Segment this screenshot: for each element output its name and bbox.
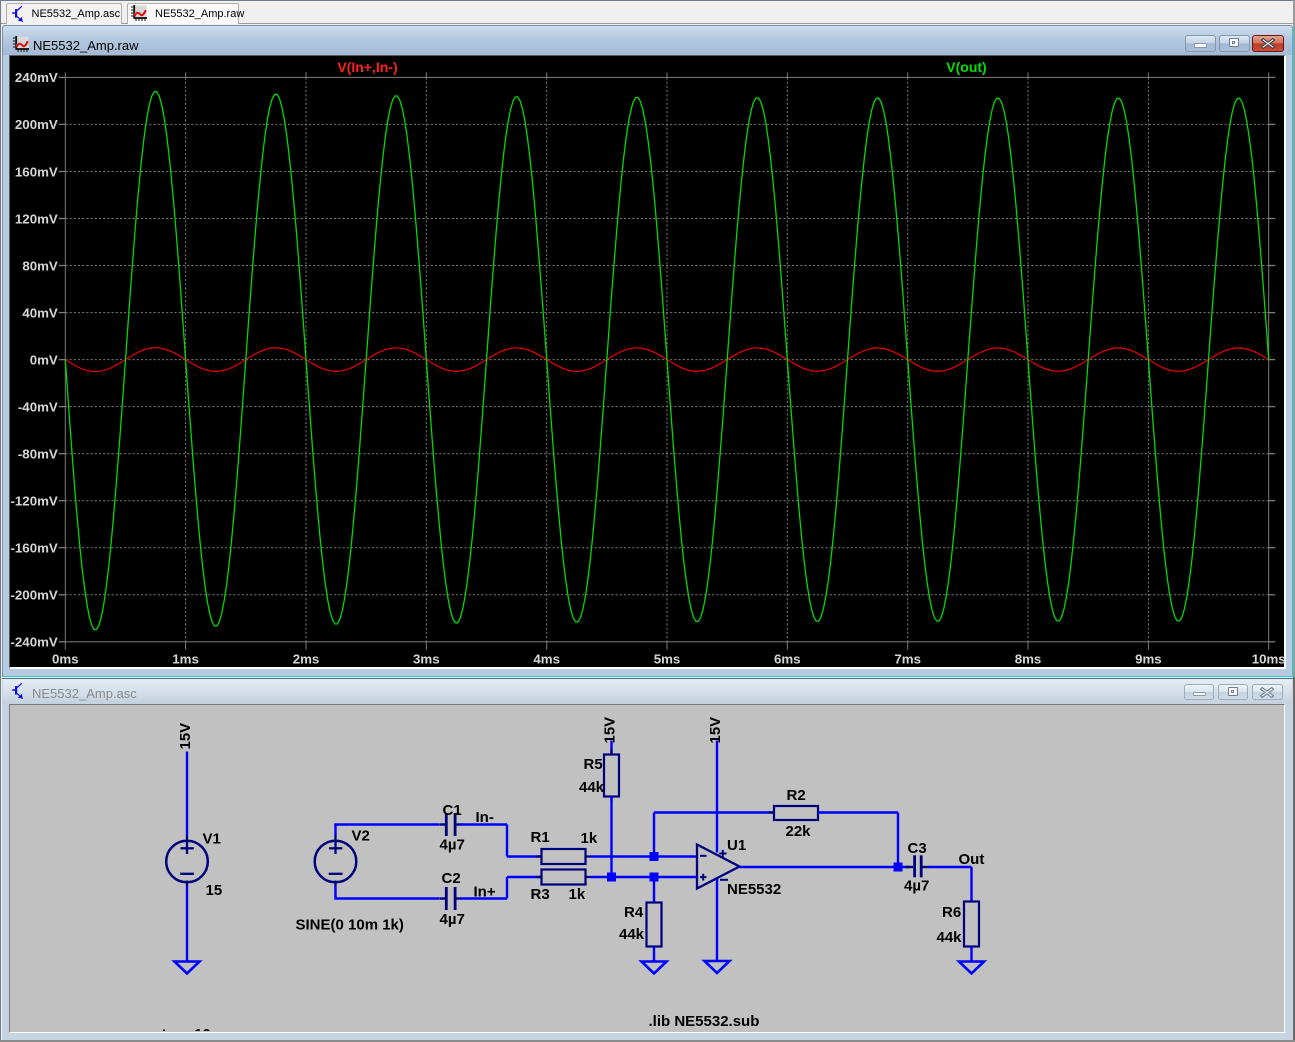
svg-text:V1: V1 bbox=[203, 831, 221, 848]
svg-text:R4: R4 bbox=[624, 904, 644, 921]
svg-text:V(out): V(out) bbox=[946, 59, 986, 75]
svg-text:240mV: 240mV bbox=[15, 70, 58, 85]
svg-text:.tran 10ms: .tran 10ms bbox=[158, 1026, 233, 1031]
svg-text:-40mV: -40mV bbox=[18, 399, 58, 414]
svg-text:9ms: 9ms bbox=[1135, 652, 1162, 667]
svg-text:-240mV: -240mV bbox=[10, 635, 57, 650]
svg-text:4µ7: 4µ7 bbox=[904, 878, 929, 895]
svg-text:R6: R6 bbox=[942, 904, 961, 921]
svg-text:4ms: 4ms bbox=[533, 652, 560, 667]
svg-text:15V: 15V bbox=[707, 717, 724, 744]
svg-text:R3: R3 bbox=[531, 886, 550, 903]
svg-text:15V: 15V bbox=[602, 717, 619, 744]
svg-text:80mV: 80mV bbox=[22, 258, 58, 273]
svg-text:Out: Out bbox=[959, 851, 985, 868]
svg-text:In-: In- bbox=[476, 809, 494, 826]
svg-text:15: 15 bbox=[206, 882, 223, 899]
svg-text:0ms: 0ms bbox=[52, 652, 79, 667]
svg-text:6ms: 6ms bbox=[774, 652, 801, 667]
svg-text:44k: 44k bbox=[619, 926, 645, 943]
svg-text:44k: 44k bbox=[937, 929, 963, 946]
svg-text:NE5532: NE5532 bbox=[727, 881, 781, 898]
svg-text:3ms: 3ms bbox=[413, 652, 440, 667]
svg-text:V(In+,In-): V(In+,In-) bbox=[337, 59, 397, 75]
svg-text:R5: R5 bbox=[584, 756, 603, 773]
svg-text:-160mV: -160mV bbox=[10, 541, 57, 556]
svg-text:C1: C1 bbox=[443, 802, 462, 819]
svg-text:4µ7: 4µ7 bbox=[440, 837, 465, 854]
svg-text:-120mV: -120mV bbox=[10, 494, 57, 509]
svg-text:120mV: 120mV bbox=[15, 211, 58, 226]
svg-text:10ms: 10ms bbox=[1252, 652, 1286, 667]
svg-text:V2: V2 bbox=[352, 828, 370, 845]
svg-text:.lib NE5532.sub: .lib NE5532.sub bbox=[649, 1013, 760, 1030]
svg-text:SINE(0 10m 1k): SINE(0 10m 1k) bbox=[296, 917, 404, 934]
svg-text:4µ7: 4µ7 bbox=[440, 911, 465, 928]
svg-text:15V: 15V bbox=[177, 723, 194, 750]
svg-text:200mV: 200mV bbox=[15, 117, 58, 132]
svg-text:C2: C2 bbox=[442, 870, 461, 887]
svg-text:1ms: 1ms bbox=[172, 652, 199, 667]
svg-text:40mV: 40mV bbox=[22, 305, 58, 320]
svg-text:8ms: 8ms bbox=[1015, 652, 1042, 667]
svg-text:160mV: 160mV bbox=[15, 164, 58, 179]
svg-text:R1: R1 bbox=[531, 829, 550, 846]
svg-text:R2: R2 bbox=[787, 787, 806, 804]
svg-text:-80mV: -80mV bbox=[18, 447, 58, 462]
svg-text:U1: U1 bbox=[727, 837, 746, 854]
svg-text:-200mV: -200mV bbox=[10, 588, 57, 603]
svg-text:In+: In+ bbox=[474, 884, 496, 901]
svg-text:44k: 44k bbox=[579, 779, 605, 796]
svg-text:1k: 1k bbox=[581, 830, 598, 847]
svg-text:1k: 1k bbox=[569, 886, 586, 903]
svg-text:7ms: 7ms bbox=[894, 652, 921, 667]
svg-text:0mV: 0mV bbox=[30, 352, 58, 367]
svg-text:2ms: 2ms bbox=[293, 652, 320, 667]
svg-text:22k: 22k bbox=[786, 823, 812, 840]
svg-text:5ms: 5ms bbox=[654, 652, 681, 667]
svg-text:C3: C3 bbox=[908, 840, 927, 857]
